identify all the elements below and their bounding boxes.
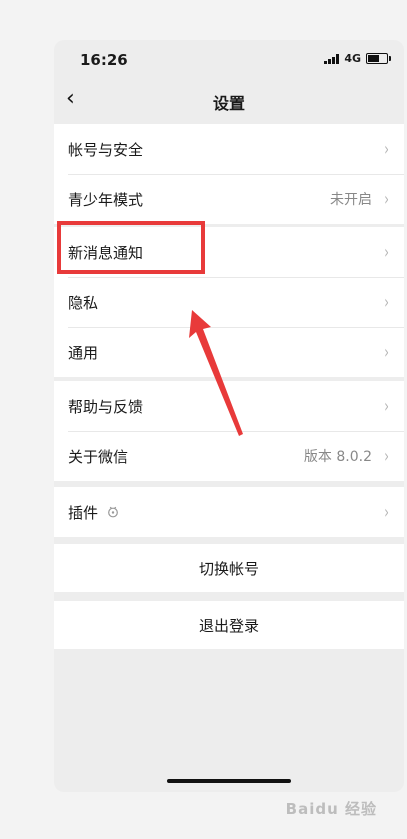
home-indicator bbox=[167, 779, 291, 783]
settings-item-label: 隐私 bbox=[68, 293, 99, 312]
chevron-right-icon: › bbox=[384, 395, 389, 417]
page-title: 设置 bbox=[212, 94, 245, 113]
settings-item-teen-mode[interactable]: 青少年模式 未开启 › bbox=[54, 174, 404, 224]
chevron-right-icon: › bbox=[384, 241, 389, 263]
settings-item-general[interactable]: 通用 › bbox=[54, 327, 404, 377]
settings-group-account: 帐号与安全 › 青少年模式 未开启 › bbox=[54, 124, 404, 224]
chevron-right-icon: › bbox=[384, 341, 389, 363]
network-label: 4G bbox=[344, 52, 361, 65]
settings-item-label: 插件 bbox=[68, 503, 99, 522]
chevron-right-icon: › bbox=[384, 501, 389, 523]
phone-screen: 16:26 4G ‹ 设置 帐号与安全 › 青少年模式 未开启 › 新消息通知 … bbox=[54, 40, 404, 792]
plugin-icon bbox=[106, 505, 120, 519]
chevron-right-icon: › bbox=[384, 188, 389, 210]
settings-item-about[interactable]: 关于微信 版本 8.0.2 › bbox=[54, 431, 404, 481]
settings-item-label: 关于微信 bbox=[68, 447, 129, 466]
status-bar: 16:26 4G bbox=[54, 40, 404, 78]
switch-account-group: 切换帐号 bbox=[54, 544, 404, 592]
battery-icon bbox=[366, 53, 391, 64]
settings-item-label: 帮助与反馈 bbox=[68, 397, 144, 416]
status-time: 16:26 bbox=[80, 51, 128, 69]
settings-item-privacy[interactable]: 隐私 › bbox=[54, 277, 404, 327]
chevron-right-icon: › bbox=[384, 138, 389, 160]
version-label: 版本 8.0.2 bbox=[303, 449, 372, 465]
chevron-right-icon: › bbox=[384, 291, 389, 313]
logout-group: 退出登录 bbox=[54, 601, 404, 649]
highlight-box bbox=[57, 221, 205, 274]
settings-item-account-security[interactable]: 帐号与安全 › bbox=[54, 124, 404, 174]
switch-account-button[interactable]: 切换帐号 bbox=[54, 544, 404, 592]
watermark: Baidu 经验 bbox=[285, 800, 377, 818]
settings-item-label: 通用 bbox=[68, 343, 99, 362]
logout-button[interactable]: 退出登录 bbox=[54, 601, 404, 649]
settings-item-label: 青少年模式 bbox=[68, 190, 144, 209]
settings-item-label: 帐号与安全 bbox=[68, 140, 144, 159]
nav-bar: ‹ 设置 bbox=[54, 80, 404, 120]
teen-mode-status: 未开启 bbox=[330, 192, 372, 208]
settings-item-help-feedback[interactable]: 帮助与反馈 › bbox=[54, 381, 404, 431]
settings-item-plugins[interactable]: 插件 › bbox=[54, 487, 404, 537]
chevron-right-icon: › bbox=[384, 445, 389, 467]
settings-group-plugins: 插件 › bbox=[54, 487, 404, 537]
status-indicators: 4G bbox=[324, 52, 391, 65]
settings-group-help: 帮助与反馈 › 关于微信 版本 8.0.2 › bbox=[54, 381, 404, 481]
signal-icon bbox=[324, 53, 340, 64]
